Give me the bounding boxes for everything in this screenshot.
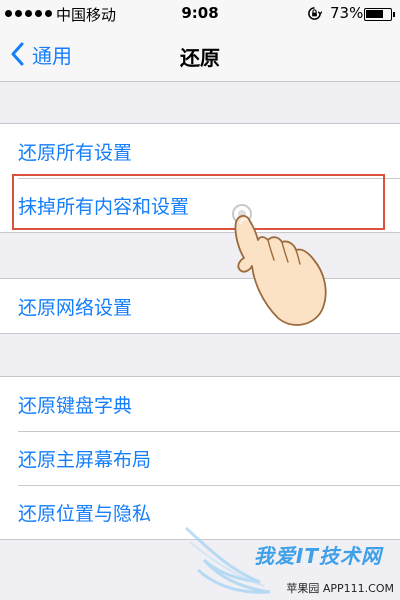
page-title: 还原 — [180, 46, 220, 70]
list-item-label: 还原主屏幕布局 — [18, 448, 152, 471]
erase-all-content-item[interactable]: 抹掉所有内容和设置 — [0, 178, 400, 232]
list-item-label: 还原网络设置 — [18, 296, 133, 319]
watermark-brand: 我爱IT技术网 — [253, 544, 382, 568]
list-item-label: 还原键盘字典 — [18, 394, 133, 417]
reset-group-2: 还原网络设置 — [0, 278, 400, 334]
reset-all-settings-item[interactable]: 还原所有设置 — [0, 124, 400, 178]
list-item-label: 还原位置与隐私 — [18, 502, 152, 525]
reset-group-1: 还原所有设置 抹掉所有内容和设置 — [0, 123, 400, 233]
reset-keyboard-dictionary-item[interactable]: 还原键盘字典 — [0, 377, 400, 431]
list-item-label: 还原所有设置 — [18, 141, 133, 164]
watermark-site: 苹果园 APP111.COM — [286, 582, 394, 595]
battery-icon — [364, 8, 395, 21]
list-item-label: 抹掉所有内容和设置 — [18, 195, 190, 218]
reset-location-privacy-item[interactable]: 还原位置与隐私 — [0, 485, 400, 539]
navigation-bar: 通用 还原 — [0, 28, 400, 82]
status-bar: 中国移动 9:08 73% — [0, 0, 400, 28]
rotation-lock-icon — [308, 7, 322, 20]
reset-group-3: 还原键盘字典 还原主屏幕布局 还原位置与隐私 — [0, 376, 400, 540]
battery-level-fill — [366, 10, 383, 18]
reset-home-screen-layout-item[interactable]: 还原主屏幕布局 — [0, 431, 400, 485]
reset-network-settings-item[interactable]: 还原网络设置 — [0, 279, 400, 333]
battery-percent: 73% — [330, 4, 364, 22]
